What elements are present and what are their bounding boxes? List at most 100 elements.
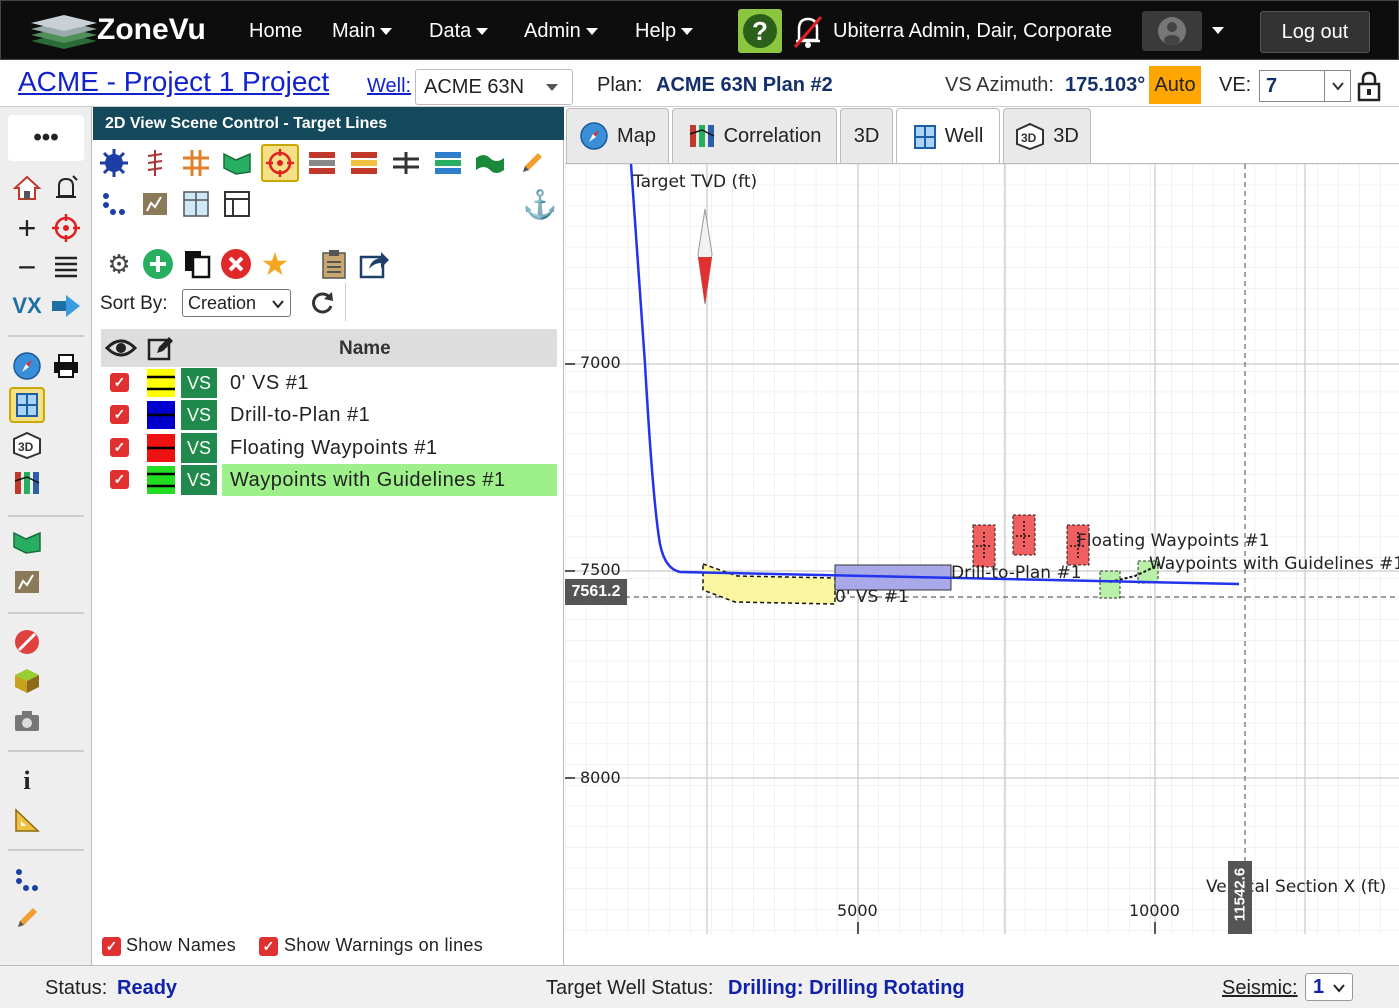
cursor-y-readout: 7561.2 bbox=[565, 579, 627, 605]
nav-help[interactable]: Help bbox=[635, 1, 694, 61]
tab-3d-cube[interactable]: 3D 3D bbox=[1003, 108, 1091, 163]
export-icon[interactable] bbox=[356, 245, 394, 283]
visibility-checkbox[interactable]: ✓ bbox=[110, 470, 129, 489]
faults-icon[interactable] bbox=[9, 564, 45, 600]
points-icon[interactable] bbox=[95, 185, 133, 223]
well-view-icon[interactable] bbox=[9, 387, 45, 423]
visibility-checkbox[interactable]: ✓ bbox=[110, 438, 129, 457]
vs-azimuth-value: 175.103° bbox=[1065, 74, 1146, 96]
add-icon[interactable] bbox=[139, 245, 177, 283]
pencil-icon[interactable] bbox=[9, 900, 45, 936]
auto-button[interactable]: Auto bbox=[1149, 66, 1201, 104]
target-lines-icon[interactable] bbox=[261, 144, 299, 182]
grid-layout-icon[interactable] bbox=[177, 185, 215, 223]
edit-pencil-icon[interactable] bbox=[513, 144, 551, 182]
visibility-checkbox[interactable]: ✓ bbox=[110, 373, 129, 392]
points-icon[interactable] bbox=[9, 862, 45, 898]
nav-main[interactable]: Main bbox=[332, 1, 393, 61]
tops-icon[interactable] bbox=[177, 144, 215, 182]
zonevu-logo[interactable]: ZoneVu bbox=[29, 11, 219, 51]
zones-yellow-icon[interactable] bbox=[345, 144, 383, 182]
tab-correlation-label: Correlation bbox=[723, 124, 822, 147]
print-icon[interactable] bbox=[48, 348, 84, 384]
delete-icon[interactable] bbox=[217, 245, 255, 283]
panel-layout-icon[interactable] bbox=[218, 185, 256, 223]
avatar[interactable] bbox=[1142, 11, 1202, 51]
plot-canvas[interactable] bbox=[565, 164, 1399, 934]
no-compass-icon[interactable] bbox=[9, 624, 45, 660]
lock-icon[interactable] bbox=[1356, 69, 1382, 103]
tab-map[interactable]: Map bbox=[566, 108, 669, 163]
settings-gear-icon[interactable]: ⚙ bbox=[100, 245, 138, 283]
visibility-checkbox[interactable]: ✓ bbox=[110, 405, 129, 424]
tab-well[interactable]: Well bbox=[896, 108, 1000, 164]
ruler-icon[interactable] bbox=[9, 802, 45, 838]
vs-badge: VS bbox=[181, 433, 217, 463]
logout-button[interactable]: Log out bbox=[1260, 11, 1370, 53]
sort-select[interactable]: Creation bbox=[182, 289, 291, 317]
ve-input[interactable]: 7 bbox=[1259, 70, 1351, 102]
zoom-out-icon[interactable]: − bbox=[9, 249, 45, 285]
vs-badge: VS bbox=[181, 368, 217, 398]
seismic-link[interactable]: Seismic: bbox=[1222, 977, 1298, 1000]
seismic-icon[interactable] bbox=[95, 144, 133, 182]
target-icon[interactable] bbox=[48, 210, 84, 246]
layers-lines-icon[interactable] bbox=[48, 249, 84, 285]
table-row-selected[interactable]: ✓ VS Waypoints with Guidelines #1 bbox=[101, 464, 557, 496]
alarm-icon[interactable] bbox=[48, 170, 84, 206]
table-row[interactable]: ✓ VS Floating Waypoints #1 bbox=[101, 432, 557, 464]
project-bar: ACME - Project 1 Project Well: ACME 63N … bbox=[0, 61, 1399, 107]
more-button[interactable]: ••• bbox=[8, 115, 84, 161]
project-link[interactable]: ACME - Project 1 Project bbox=[18, 66, 329, 98]
tab-correlation[interactable]: Correlation bbox=[672, 108, 837, 163]
wave-icon[interactable] bbox=[471, 144, 509, 182]
correlation-icon[interactable] bbox=[9, 465, 45, 501]
copy-icon[interactable] bbox=[178, 245, 216, 283]
clipboard-icon[interactable] bbox=[315, 245, 353, 283]
well-select[interactable]: ACME 63N bbox=[415, 69, 573, 105]
tab-3d-label: 3D bbox=[853, 124, 880, 147]
home-view-icon[interactable] bbox=[9, 170, 45, 206]
well-section-plot[interactable]: Target TVD (ft) 7000 7500 8000 5000 1000… bbox=[565, 163, 1399, 934]
nav-data[interactable]: Data bbox=[429, 1, 489, 61]
zones-blue-icon[interactable] bbox=[429, 144, 467, 182]
notification-off-icon[interactable] bbox=[791, 13, 825, 49]
nav-home[interactable]: Home bbox=[249, 1, 302, 61]
tab-3d[interactable]: 3D bbox=[840, 108, 893, 163]
nav-admin[interactable]: Admin bbox=[524, 1, 598, 61]
chevron-down-icon bbox=[272, 300, 284, 309]
arrow-right-icon[interactable] bbox=[48, 288, 84, 324]
table-row[interactable]: ✓ VS 0' VS #1 bbox=[101, 367, 557, 399]
anchor-icon[interactable]: ⚓ bbox=[521, 185, 559, 223]
geomodel-cube-icon[interactable] bbox=[9, 663, 45, 699]
vx-icon[interactable]: VX bbox=[9, 288, 45, 324]
surface-icon[interactable] bbox=[218, 144, 256, 182]
horizon-icon[interactable] bbox=[9, 524, 45, 560]
well-link[interactable]: Well: bbox=[367, 75, 411, 98]
3d-cube-icon[interactable]: 3D bbox=[9, 427, 45, 463]
x-tick-5000: 5000 bbox=[837, 901, 878, 920]
zoom-in-icon[interactable]: + bbox=[9, 210, 45, 246]
camera-icon[interactable] bbox=[9, 703, 45, 739]
zones-red-icon[interactable] bbox=[303, 144, 341, 182]
name-column-header[interactable]: Name bbox=[339, 338, 391, 360]
top-navbar: ZoneVu Home Main Data Admin Help ? Ubite… bbox=[0, 0, 1399, 60]
compass-icon[interactable] bbox=[9, 348, 45, 384]
offset-icon[interactable] bbox=[387, 144, 425, 182]
edit-icon[interactable] bbox=[147, 335, 175, 361]
info-icon[interactable]: i bbox=[9, 763, 45, 799]
table-row[interactable]: ✓ VS Drill-to-Plan #1 bbox=[101, 399, 557, 431]
help-button[interactable]: ? bbox=[738, 9, 782, 53]
star-icon[interactable]: ★ bbox=[256, 245, 294, 283]
user-menu-chevron-icon[interactable] bbox=[1212, 27, 1224, 34]
faults-icon[interactable] bbox=[136, 185, 174, 223]
eye-icon[interactable] bbox=[105, 336, 137, 360]
svg-text:3D: 3D bbox=[18, 440, 34, 454]
user-name: Ubiterra Admin, Dair, Corporate bbox=[833, 20, 1113, 42]
y-tick-8000: 8000 bbox=[580, 768, 621, 787]
ve-dropdown[interactable] bbox=[1324, 71, 1350, 101]
refresh-icon[interactable] bbox=[303, 284, 341, 322]
seismic-select[interactable]: 1 bbox=[1305, 973, 1353, 1001]
well-path-icon[interactable] bbox=[136, 144, 174, 182]
vs-badge: VS bbox=[181, 465, 217, 495]
